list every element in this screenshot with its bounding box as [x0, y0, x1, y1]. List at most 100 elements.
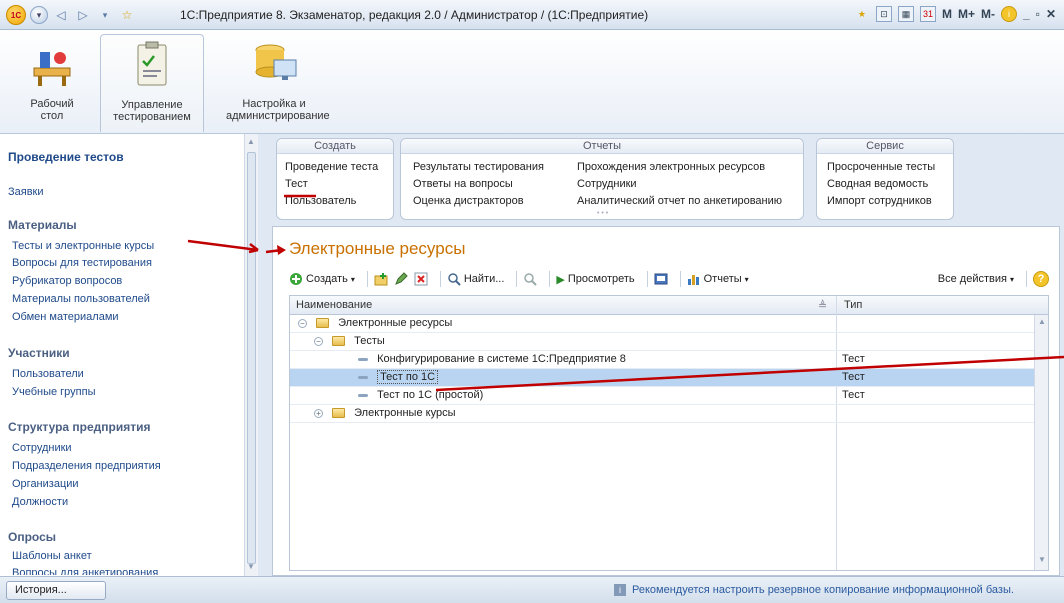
row-type: Тест	[842, 389, 865, 401]
nav-item-study-groups[interactable]: Учебные группы	[12, 386, 96, 398]
desktop-icon	[26, 38, 78, 90]
links-icon[interactable]: ⊡	[875, 6, 892, 22]
report-resources-link[interactable]: Прохождения электронных ресурсов	[577, 161, 765, 173]
panel-splitter[interactable]	[258, 134, 268, 576]
app-logo-icon[interactable]: 1С	[6, 5, 26, 25]
create-button[interactable]: Создать ▾	[289, 272, 355, 286]
nav-item-survey-templates[interactable]: Шаблоны анкет	[12, 550, 92, 562]
window-title: 1С:Предприятие 8. Экзаменатор, редакция …	[180, 8, 649, 22]
restore-icon[interactable]: ▫	[1036, 7, 1040, 21]
report-answers-link[interactable]: Ответы на вопросы	[413, 178, 513, 190]
column-header-type[interactable]: Тип	[844, 299, 862, 311]
nav-link-conduct-tests[interactable]: Проведение тестов	[8, 150, 124, 164]
magnifier-icon	[447, 272, 461, 286]
toolbar-separator	[646, 271, 648, 287]
folder-icon	[332, 336, 346, 347]
report-survey-analytics-link[interactable]: Аналитический отчет по анкетированию	[577, 195, 782, 207]
nav-item-user-materials[interactable]: Материалы пользователей	[12, 293, 150, 305]
reports-button[interactable]: Отчеты ▾	[687, 272, 749, 286]
collapse-icon[interactable]: −	[298, 318, 307, 328]
main-menu-button[interactable]: ▾	[30, 6, 48, 24]
nav-item-tests-courses[interactable]: Тесты и электронные курсы	[12, 240, 154, 252]
create-folder-icon[interactable]	[374, 272, 388, 286]
help-icon[interactable]: ?	[1033, 271, 1049, 287]
forward-arrow-icon[interactable]: ▷	[74, 6, 92, 24]
scroll-down-icon[interactable]: ▼	[1038, 555, 1046, 564]
calculator-icon[interactable]: ▦	[897, 6, 914, 22]
cancel-search-icon[interactable]	[523, 272, 538, 286]
nav-item-questions[interactable]: Вопросы для тестирования	[12, 257, 152, 269]
find-button[interactable]: Найти...	[447, 272, 504, 286]
toolbar-separator	[549, 271, 551, 287]
service-overdue-tests-link[interactable]: Просроченные тесты	[827, 161, 935, 173]
expand-icon[interactable]: +	[314, 408, 323, 418]
sort-ascending-icon[interactable]: ≜	[818, 299, 827, 312]
nav-item-employees[interactable]: Сотрудники	[12, 442, 72, 454]
tree-cell: − Электронные ресурсы	[298, 317, 452, 329]
delete-icon[interactable]	[414, 272, 428, 286]
toolbar-separator	[679, 271, 681, 287]
group-service-title: Сервис	[817, 139, 953, 154]
nav-item-survey-questions[interactable]: Вопросы для анкетирования	[12, 567, 158, 575]
memory-button[interactable]: M	[942, 7, 952, 21]
scroll-down-icon[interactable]: ▼	[247, 562, 255, 571]
scrollbar-thumb[interactable]	[247, 152, 256, 564]
create-test-session-link[interactable]: Проведение теста	[285, 161, 378, 173]
memory-minus-button[interactable]: M-	[981, 7, 995, 21]
section-settings-label: Настройка и администрирование	[226, 98, 330, 122]
table-row[interactable]: − Электронные ресурсы	[290, 315, 1034, 333]
report-distractors-link[interactable]: Оценка дистракторов	[413, 195, 524, 207]
panel-resize-grip[interactable]: • • •	[597, 210, 608, 217]
item-icon	[358, 375, 368, 379]
scroll-up-icon[interactable]: ▲	[1038, 317, 1046, 326]
title-bar-controls: 1С ▾ ◁ ▷ ▾ ☆	[6, 5, 136, 25]
favorites-icon[interactable]: ★	[854, 6, 870, 22]
favorites-star-icon[interactable]: ☆	[118, 6, 136, 24]
table-row[interactable]: Конфигурирование в системе 1С:Предприяти…	[290, 351, 1034, 369]
navigation-scrollbar[interactable]: ▲ ▼	[244, 134, 258, 576]
minimize-icon[interactable]: _	[1023, 7, 1030, 21]
all-actions-button[interactable]: Все действия ▾	[938, 273, 1014, 285]
title-bar: 1С ▾ ◁ ▷ ▾ ☆ 1С:Предприятие 8. Экзаменат…	[0, 0, 1064, 30]
back-arrow-icon[interactable]: ◁	[52, 6, 70, 24]
section-settings[interactable]: Настройка и администрирование	[212, 34, 336, 132]
bar-chart-icon	[687, 272, 701, 286]
nav-item-materials-exchange[interactable]: Обмен материалами	[12, 311, 119, 323]
table-row-selected[interactable]: Тест по 1С Тест	[290, 369, 1034, 387]
table-row[interactable]: − Тесты	[290, 333, 1034, 351]
history-button[interactable]: История...	[6, 581, 106, 600]
backup-recommendation[interactable]: i Рекомендуется настроить резервное копир…	[614, 584, 1014, 597]
section-desktop[interactable]: Рабочий стол	[6, 34, 98, 132]
nav-link-requests[interactable]: Заявки	[8, 186, 44, 198]
create-user-link[interactable]: Пользователь	[285, 195, 356, 207]
service-import-employees-link[interactable]: Импорт сотрудников	[827, 195, 932, 207]
report-employees-link[interactable]: Сотрудники	[577, 178, 637, 190]
nav-item-departments[interactable]: Подразделения предприятия	[12, 460, 161, 472]
service-summary-link[interactable]: Сводная ведомость	[827, 178, 928, 190]
toolbar-separator	[516, 271, 518, 287]
table-scrollbar[interactable]: ▲ ▼	[1034, 315, 1048, 570]
memory-plus-button[interactable]: M+	[958, 7, 975, 21]
scroll-up-icon[interactable]: ▲	[247, 137, 255, 146]
history-dropdown-icon[interactable]: ▾	[96, 6, 114, 24]
nav-item-rubricator[interactable]: Рубрикатор вопросов	[12, 275, 122, 287]
actions-panel: Создать Проведение теста Тест Пользовате…	[268, 134, 1064, 226]
create-test-link[interactable]: Тест	[285, 178, 308, 190]
add-circle-icon	[289, 272, 303, 286]
table-row[interactable]: Тест по 1С (простой) Тест	[290, 387, 1034, 405]
nav-item-positions[interactable]: Должности	[12, 496, 68, 508]
report-test-results-link[interactable]: Результаты тестирования	[413, 161, 544, 173]
nav-item-users[interactable]: Пользователи	[12, 368, 84, 380]
print-book-icon[interactable]	[654, 272, 668, 286]
column-header-name[interactable]: Наименование	[296, 299, 372, 311]
info-icon[interactable]: i	[1000, 6, 1017, 22]
edit-pencil-icon[interactable]	[394, 272, 408, 286]
table-row[interactable]: + Электронные курсы	[290, 405, 1034, 423]
calendar-icon[interactable]: 31	[919, 6, 936, 22]
collapse-icon[interactable]: −	[314, 336, 323, 346]
row-name: Конфигурирование в системе 1С:Предприяти…	[377, 353, 626, 365]
nav-item-organizations[interactable]: Организации	[12, 478, 79, 490]
view-button[interactable]: ▶ Просмотреть	[556, 273, 634, 286]
close-icon[interactable]: ✕	[1046, 7, 1056, 21]
section-testing[interactable]: Управление тестированием	[100, 34, 204, 132]
